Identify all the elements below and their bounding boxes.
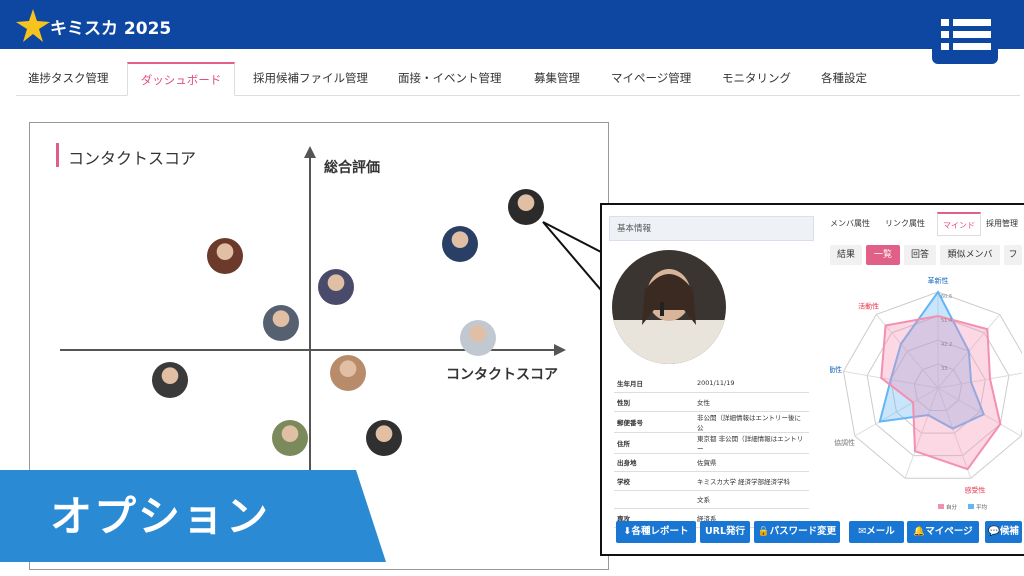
radar-tick-label: 60.6 — [941, 294, 952, 300]
info-value: 2001/11/19 — [694, 374, 809, 393]
radar-legend-label: 平均 — [976, 503, 988, 511]
candidate-info-table: 生年月日 2001/11/19 性別 女性 郵便番号 非公開（詳細情報はエントリー後に公住… — [614, 374, 809, 528]
info-row: 郵便番号 非公開（詳細情報はエントリー後に公 — [614, 411, 809, 433]
info-value: 文系 — [694, 490, 809, 509]
candidate-button[interactable]: 💬候補 — [985, 521, 1022, 543]
radar-axis-label: 活動性 — [858, 301, 879, 310]
subtab-results[interactable]: 結果 — [830, 245, 862, 265]
list-menu-icon — [941, 19, 991, 50]
radar-tick-label: 33 — [941, 366, 947, 372]
radar-tick-label: 42.2 — [941, 342, 952, 348]
mind-radar-chart: 革新性感受性 協調性 情動性 活動性 60.6 51.4 42.2 33 自分 平均 — [830, 276, 1022, 511]
info-value: キミスカ大学 経済学部経済学科 — [694, 471, 809, 491]
info-key: 出身地 — [614, 453, 694, 472]
radar-legend-swatch — [968, 504, 974, 509]
info-value: 佐賀県 — [694, 453, 809, 472]
info-row: 生年月日 2001/11/19 — [614, 374, 809, 393]
radar-axis-label: 情動性 — [830, 365, 842, 374]
issue-url-button[interactable]: URL発行 — [700, 521, 750, 543]
subtab-answers[interactable]: 回答 — [904, 245, 936, 265]
menu-button[interactable] — [932, 10, 998, 64]
mypage-button[interactable]: 🔔マイページ — [907, 521, 979, 543]
radar-axis-label: 革新性 — [928, 276, 949, 285]
info-row: 出身地 佐賀県 — [614, 453, 809, 472]
info-key: 住所 — [614, 432, 694, 454]
tab-member-attributes[interactable]: メンバ属性 — [830, 212, 870, 236]
info-value: 東京都 非公開（詳細情報はエントリー — [694, 432, 809, 454]
change-password-button[interactable]: 🔒パスワード変更 — [754, 521, 840, 543]
radar-legend-swatch — [938, 504, 944, 509]
subtab-similar-members[interactable]: 類似メンバ — [940, 245, 1000, 265]
info-value: 非公開（詳細情報はエントリー後に公 — [694, 411, 809, 433]
info-value: 女性 — [694, 392, 809, 412]
radar-axis-label: 協調性 — [834, 438, 855, 447]
info-key: 学校 — [614, 471, 694, 491]
info-row: 住所 東京都 非公開（詳細情報はエントリー — [614, 432, 809, 454]
info-key: 生年月日 — [614, 374, 694, 393]
info-key: 性別 — [614, 392, 694, 412]
info-row: 性別 女性 — [614, 392, 809, 412]
radar-series-self — [880, 314, 1002, 471]
tab-link-attributes[interactable]: リンク属性 — [885, 212, 925, 236]
reports-button[interactable]: ⬇各種レポート — [616, 521, 696, 543]
radar-tick-label: 51.4 — [941, 318, 952, 324]
radar-legend-label: 自分 — [946, 503, 958, 511]
tab-recruit-management[interactable]: 採用管理 — [986, 212, 1018, 236]
option-banner-label: オプション — [50, 492, 271, 541]
candidate-photo — [612, 250, 726, 364]
info-key: 郵便番号 — [614, 411, 694, 433]
basic-info-title: 基本情報 — [617, 224, 652, 234]
info-key — [614, 490, 694, 509]
radar-axis-label: 感受性 — [964, 485, 985, 494]
tab-mind[interactable]: マインド — [937, 212, 981, 236]
info-row: 文系 — [614, 490, 809, 509]
subtab-list[interactable]: 一覧 — [866, 245, 900, 265]
info-row: 学校 キミスカ大学 経済学部経済学科 — [614, 471, 809, 491]
mail-button[interactable]: ✉メール — [849, 521, 904, 543]
subtab-more[interactable]: フ — [1004, 245, 1022, 265]
